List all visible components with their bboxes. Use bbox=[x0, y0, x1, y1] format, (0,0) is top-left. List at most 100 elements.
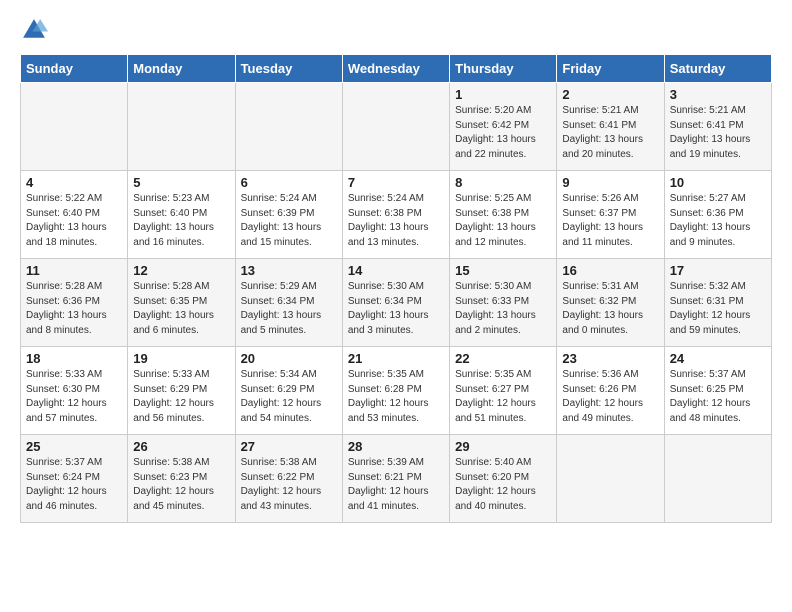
week-row-3: 11 Sunrise: 5:28 AM Sunset: 6:36 PM Dayli… bbox=[21, 259, 772, 347]
calendar-cell: 4 Sunrise: 5:22 AM Sunset: 6:40 PM Daylig… bbox=[21, 171, 128, 259]
calendar-cell: 9 Sunrise: 5:26 AM Sunset: 6:37 PM Daylig… bbox=[557, 171, 664, 259]
week-row-4: 18Sunrise: 5:33 AM Sunset: 6:30 PM Dayli… bbox=[21, 347, 772, 435]
cell-info: Sunrise: 5:33 AM Sunset: 6:29 PM Dayligh… bbox=[133, 368, 229, 426]
day-number: 8 bbox=[455, 175, 551, 190]
calendar-cell: 13 Sunrise: 5:29 AM Sunset: 6:34 PM Dayli… bbox=[235, 259, 342, 347]
calendar-cell: 15 Sunrise: 5:30 AM Sunset: 6:33 PM Dayli… bbox=[450, 259, 557, 347]
calendar-cell: 5 Sunrise: 5:23 AM Sunset: 6:40 PM Daylig… bbox=[128, 171, 235, 259]
calendar-cell: 6 Sunrise: 5:24 AM Sunset: 6:39 PM Daylig… bbox=[235, 171, 342, 259]
calendar-cell: 21 Sunrise: 5:35 AM Sunset: 6:28 PM Dayli… bbox=[342, 347, 449, 435]
week-row-1: 1Sunrise: 5:20 AM Sunset: 6:42 PM Daylig… bbox=[21, 83, 772, 171]
calendar-cell bbox=[664, 435, 771, 523]
day-number: 9 bbox=[562, 175, 658, 190]
calendar-cell bbox=[557, 435, 664, 523]
header-cell-wednesday: Wednesday bbox=[342, 55, 449, 83]
cell-info: Sunrise: 5:39 AM Sunset: 6:21 PM Dayligh… bbox=[348, 456, 444, 514]
cell-info: Sunrise: 5:24 AM Sunset: 6:38 PM Dayligh… bbox=[348, 192, 444, 250]
calendar-cell: 26 Sunrise: 5:38 AM Sunset: 6:23 PM Dayli… bbox=[128, 435, 235, 523]
calendar-cell: 16 Sunrise: 5:31 AM Sunset: 6:32 PM Dayli… bbox=[557, 259, 664, 347]
cell-info: Sunrise: 5:28 AM Sunset: 6:36 PM Dayligh… bbox=[26, 280, 122, 338]
calendar-cell: 22 Sunrise: 5:35 AM Sunset: 6:27 PM Dayli… bbox=[450, 347, 557, 435]
day-number: 20 bbox=[241, 351, 337, 366]
calendar-cell: 14Sunrise: 5:30 AM Sunset: 6:34 PM Dayli… bbox=[342, 259, 449, 347]
cell-info: Sunrise: 5:24 AM Sunset: 6:39 PM Dayligh… bbox=[241, 192, 337, 250]
calendar-cell: 18Sunrise: 5:33 AM Sunset: 6:30 PM Dayli… bbox=[21, 347, 128, 435]
calendar-cell bbox=[342, 83, 449, 171]
calendar-cell: 12 Sunrise: 5:28 AM Sunset: 6:35 PM Dayli… bbox=[128, 259, 235, 347]
day-number: 3 bbox=[670, 87, 766, 102]
cell-info: Sunrise: 5:28 AM Sunset: 6:35 PM Dayligh… bbox=[133, 280, 229, 338]
cell-info: Sunrise: 5:38 AM Sunset: 6:22 PM Dayligh… bbox=[241, 456, 337, 514]
day-number: 21 bbox=[348, 351, 444, 366]
day-number: 1 bbox=[455, 87, 551, 102]
cell-info: Sunrise: 5:40 AM Sunset: 6:20 PM Dayligh… bbox=[455, 456, 551, 514]
cell-info: Sunrise: 5:34 AM Sunset: 6:29 PM Dayligh… bbox=[241, 368, 337, 426]
header-row: SundayMondayTuesdayWednesdayThursdayFrid… bbox=[21, 55, 772, 83]
calendar-cell: 3 Sunrise: 5:21 AM Sunset: 6:41 PM Daylig… bbox=[664, 83, 771, 171]
cell-info: Sunrise: 5:32 AM Sunset: 6:31 PM Dayligh… bbox=[670, 280, 766, 338]
cell-info: Sunrise: 5:33 AM Sunset: 6:30 PM Dayligh… bbox=[26, 368, 122, 426]
calendar-table: SundayMondayTuesdayWednesdayThursdayFrid… bbox=[20, 54, 772, 523]
cell-info: Sunrise: 5:29 AM Sunset: 6:34 PM Dayligh… bbox=[241, 280, 337, 338]
cell-info: Sunrise: 5:37 AM Sunset: 6:24 PM Dayligh… bbox=[26, 456, 122, 514]
day-number: 12 bbox=[133, 263, 229, 278]
calendar-cell: 1Sunrise: 5:20 AM Sunset: 6:42 PM Daylig… bbox=[450, 83, 557, 171]
cell-info: Sunrise: 5:21 AM Sunset: 6:41 PM Dayligh… bbox=[562, 104, 658, 162]
calendar-cell: 2 Sunrise: 5:21 AM Sunset: 6:41 PM Daylig… bbox=[557, 83, 664, 171]
calendar-cell bbox=[128, 83, 235, 171]
calendar-cell: 23 Sunrise: 5:36 AM Sunset: 6:26 PM Dayli… bbox=[557, 347, 664, 435]
cell-info: Sunrise: 5:25 AM Sunset: 6:38 PM Dayligh… bbox=[455, 192, 551, 250]
cell-info: Sunrise: 5:37 AM Sunset: 6:25 PM Dayligh… bbox=[670, 368, 766, 426]
cell-info: Sunrise: 5:38 AM Sunset: 6:23 PM Dayligh… bbox=[133, 456, 229, 514]
day-number: 15 bbox=[455, 263, 551, 278]
calendar-cell: 28 Sunrise: 5:39 AM Sunset: 6:21 PM Dayli… bbox=[342, 435, 449, 523]
day-number: 23 bbox=[562, 351, 658, 366]
cell-info: Sunrise: 5:23 AM Sunset: 6:40 PM Dayligh… bbox=[133, 192, 229, 250]
cell-info: Sunrise: 5:35 AM Sunset: 6:28 PM Dayligh… bbox=[348, 368, 444, 426]
cell-info: Sunrise: 5:21 AM Sunset: 6:41 PM Dayligh… bbox=[670, 104, 766, 162]
cell-info: Sunrise: 5:36 AM Sunset: 6:26 PM Dayligh… bbox=[562, 368, 658, 426]
cell-info: Sunrise: 5:27 AM Sunset: 6:36 PM Dayligh… bbox=[670, 192, 766, 250]
day-number: 25 bbox=[26, 439, 122, 454]
cell-info: Sunrise: 5:35 AM Sunset: 6:27 PM Dayligh… bbox=[455, 368, 551, 426]
day-number: 11 bbox=[26, 263, 122, 278]
cell-info: Sunrise: 5:30 AM Sunset: 6:34 PM Dayligh… bbox=[348, 280, 444, 338]
cell-info: Sunrise: 5:30 AM Sunset: 6:33 PM Dayligh… bbox=[455, 280, 551, 338]
day-number: 22 bbox=[455, 351, 551, 366]
calendar-cell: 8 Sunrise: 5:25 AM Sunset: 6:38 PM Daylig… bbox=[450, 171, 557, 259]
calendar-cell: 19 Sunrise: 5:33 AM Sunset: 6:29 PM Dayli… bbox=[128, 347, 235, 435]
calendar-cell: 29Sunrise: 5:40 AM Sunset: 6:20 PM Dayli… bbox=[450, 435, 557, 523]
calendar-cell: 17 Sunrise: 5:32 AM Sunset: 6:31 PM Dayli… bbox=[664, 259, 771, 347]
week-row-2: 4 Sunrise: 5:22 AM Sunset: 6:40 PM Daylig… bbox=[21, 171, 772, 259]
day-number: 4 bbox=[26, 175, 122, 190]
calendar-cell: 11 Sunrise: 5:28 AM Sunset: 6:36 PM Dayli… bbox=[21, 259, 128, 347]
day-number: 2 bbox=[562, 87, 658, 102]
day-number: 5 bbox=[133, 175, 229, 190]
cell-info: Sunrise: 5:26 AM Sunset: 6:37 PM Dayligh… bbox=[562, 192, 658, 250]
week-row-5: 25 Sunrise: 5:37 AM Sunset: 6:24 PM Dayli… bbox=[21, 435, 772, 523]
day-number: 16 bbox=[562, 263, 658, 278]
calendar-cell bbox=[21, 83, 128, 171]
logo-icon bbox=[20, 16, 48, 44]
calendar-cell: 7 Sunrise: 5:24 AM Sunset: 6:38 PM Daylig… bbox=[342, 171, 449, 259]
day-number: 24 bbox=[670, 351, 766, 366]
header-cell-saturday: Saturday bbox=[664, 55, 771, 83]
calendar-cell: 24 Sunrise: 5:37 AM Sunset: 6:25 PM Dayli… bbox=[664, 347, 771, 435]
day-number: 6 bbox=[241, 175, 337, 190]
day-number: 10 bbox=[670, 175, 766, 190]
calendar-cell: 27 Sunrise: 5:38 AM Sunset: 6:22 PM Dayli… bbox=[235, 435, 342, 523]
calendar-cell: 10 Sunrise: 5:27 AM Sunset: 6:36 PM Dayli… bbox=[664, 171, 771, 259]
day-number: 27 bbox=[241, 439, 337, 454]
day-number: 26 bbox=[133, 439, 229, 454]
cell-info: Sunrise: 5:31 AM Sunset: 6:32 PM Dayligh… bbox=[562, 280, 658, 338]
header-cell-tuesday: Tuesday bbox=[235, 55, 342, 83]
day-number: 7 bbox=[348, 175, 444, 190]
header-cell-sunday: Sunday bbox=[21, 55, 128, 83]
calendar-cell bbox=[235, 83, 342, 171]
header-cell-monday: Monday bbox=[128, 55, 235, 83]
day-number: 28 bbox=[348, 439, 444, 454]
day-number: 19 bbox=[133, 351, 229, 366]
cell-info: Sunrise: 5:22 AM Sunset: 6:40 PM Dayligh… bbox=[26, 192, 122, 250]
day-number: 17 bbox=[670, 263, 766, 278]
day-number: 13 bbox=[241, 263, 337, 278]
